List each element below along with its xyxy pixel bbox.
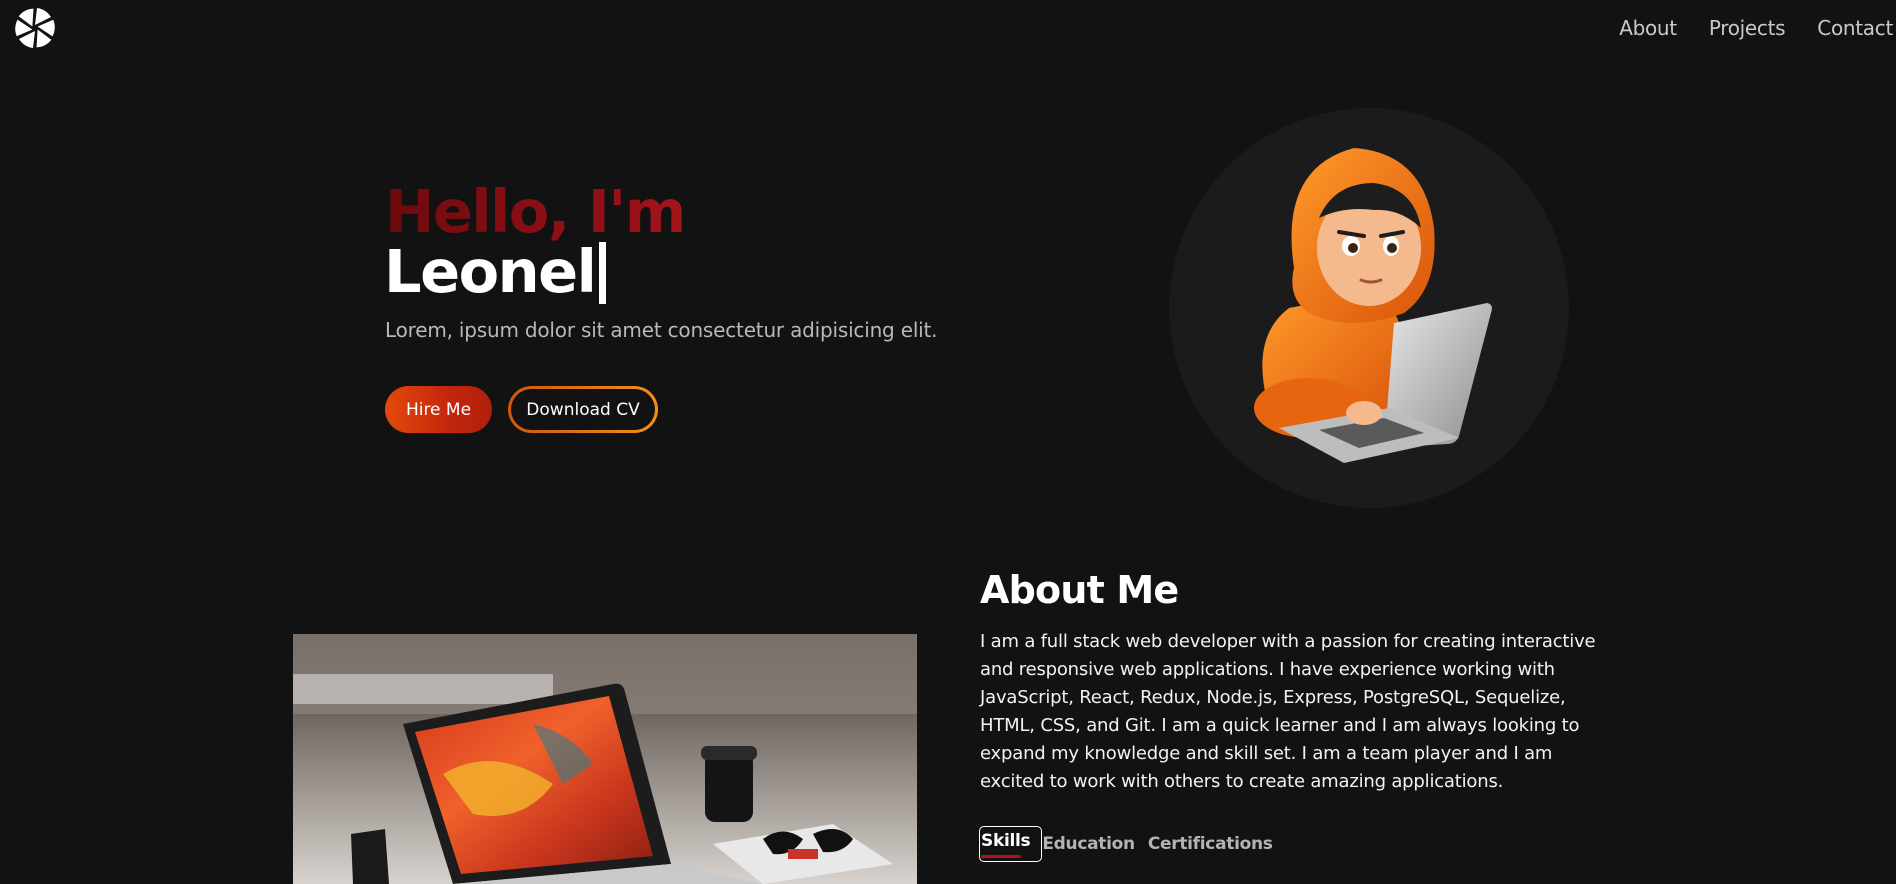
nav-link-contact[interactable]: Contact bbox=[1817, 16, 1893, 40]
tab-education[interactable]: Education bbox=[1042, 834, 1135, 854]
avatar-illustration bbox=[1254, 148, 1492, 463]
laptop-photo bbox=[293, 634, 917, 884]
hero-subtitle: Lorem, ipsum dolor sit amet consectetur … bbox=[385, 318, 938, 342]
about-tabs: Skills Education Certifications bbox=[979, 826, 1286, 862]
about-text: I am a full stack web developer with a p… bbox=[980, 631, 1596, 792]
download-cv-label: Download CV bbox=[511, 389, 655, 430]
tab-certifications[interactable]: Certifications bbox=[1148, 834, 1273, 854]
about-title: About Me bbox=[980, 568, 1179, 612]
top-nav: About Projects Contact bbox=[1587, 16, 1893, 40]
hero-name-line: Leonel bbox=[384, 237, 607, 306]
hero-greeting: Hello, I'm bbox=[385, 177, 686, 246]
avatar-circle bbox=[1169, 108, 1569, 508]
nav-link-about[interactable]: About bbox=[1619, 16, 1677, 40]
hero-name: Leonel bbox=[384, 237, 597, 306]
typing-caret bbox=[599, 242, 607, 304]
download-cv-button[interactable]: Download CV bbox=[508, 386, 658, 433]
pinwheel-logo-icon[interactable] bbox=[13, 6, 57, 50]
nav-link-projects[interactable]: Projects bbox=[1709, 16, 1786, 40]
tab-skills[interactable]: Skills bbox=[979, 826, 1043, 862]
hire-me-button[interactable]: Hire Me bbox=[385, 386, 492, 433]
